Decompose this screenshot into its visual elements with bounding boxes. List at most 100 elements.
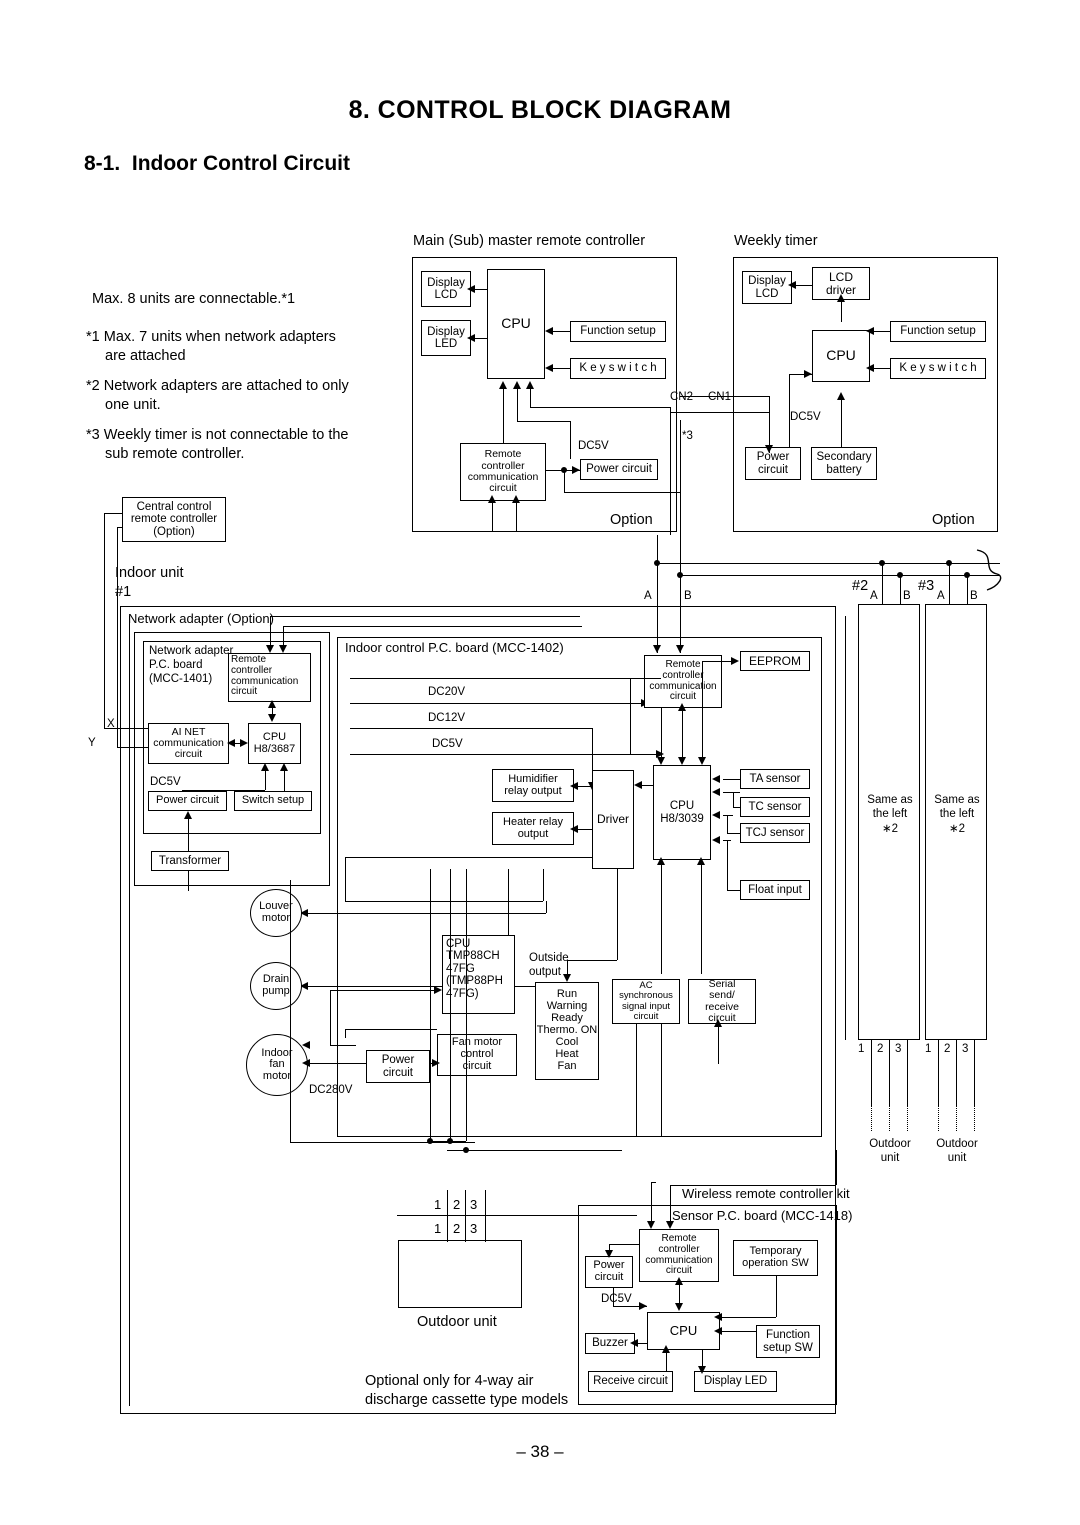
- central-lead-x-v: [104, 513, 105, 728]
- unit2-dot3: [907, 1105, 908, 1131]
- unit3-t1: 1: [925, 1043, 932, 1055]
- page-title: 8. CONTROL BLOCK DIAGRAM: [348, 96, 732, 124]
- arrow-cpu-cn: [526, 381, 534, 389]
- wt-secondary-battery: Secondary battery: [811, 447, 877, 480]
- unit2-t3: 3: [895, 1043, 902, 1055]
- wt-display-lcd: Display LCD: [742, 271, 792, 304]
- wt-display-lcd-label: Display LCD: [748, 275, 786, 300]
- w-wt-cpu-driver: [841, 300, 842, 322]
- w-cpu-pwr-h: [517, 421, 570, 422]
- unit2-body: Same as the left ∗2: [867, 794, 913, 835]
- arrow-lcd: [467, 285, 475, 293]
- wt-power-circuit: Power circuit: [745, 447, 801, 480]
- terminal-a-label: A: [644, 590, 652, 602]
- weekly-timer-caption: Weekly timer: [734, 233, 818, 249]
- unit2-div3: [907, 1040, 908, 1063]
- wt-function-setup-label: Function setup: [900, 325, 976, 338]
- indoor-unit-label: Indoor unit: [115, 565, 184, 581]
- w-comm-pwr-h2: [564, 492, 680, 493]
- unit3-div3: [974, 1040, 975, 1063]
- unit3-number: #3: [918, 578, 935, 594]
- note-2-line1: *2 Network adapters are attached to only: [86, 378, 349, 394]
- main-rc-option: Option: [610, 512, 653, 528]
- terminal-y-label: Y: [88, 737, 96, 749]
- w-fs: [553, 331, 570, 332]
- wt-function-setup[interactable]: Function setup: [890, 321, 986, 342]
- main-rc-key-switch[interactable]: K e y s w i t c h: [570, 358, 666, 379]
- w-wt-fs: [873, 331, 890, 332]
- note-3-line2: sub remote controller.: [105, 446, 245, 462]
- bus-a-junction: [654, 560, 660, 566]
- note-3-line1: *3 Weekly timer is not connectable to th…: [86, 427, 349, 443]
- wt-dc5v: DC5V: [790, 411, 821, 423]
- w-ks: [553, 368, 570, 369]
- w-cpu-comm: [503, 389, 504, 443]
- unit2-dot-a: [879, 560, 885, 566]
- unit2-wire1: [871, 1063, 872, 1105]
- unit3-dot-a: [946, 560, 952, 566]
- unit3-term-a: A: [937, 590, 945, 602]
- central-lead-y-v: [117, 527, 118, 747]
- arrow-led: [467, 334, 475, 342]
- unit2-number: #2: [852, 578, 869, 594]
- wt-option: Option: [932, 512, 975, 528]
- wt-lcd-driver-label: LCD driver: [825, 269, 856, 297]
- main-rc-cpu: CPU: [487, 269, 545, 379]
- w-cn2-to-wt: [671, 412, 769, 413]
- main-rc-dc5v: DC5V: [578, 440, 609, 452]
- note-max-units: Max. 8 units are connectable.*1: [92, 291, 296, 307]
- page-number: – 38 –: [516, 1442, 564, 1461]
- unit3-dot1: [938, 1105, 939, 1131]
- arrow-wt-fs: [866, 327, 874, 335]
- arrow-cn1-to-wt: [765, 445, 773, 453]
- main-rc-key-switch-label: K e y s w i t c h: [579, 362, 657, 375]
- unit2-lead-a: [882, 563, 883, 604]
- w-wt-pwr-cpu: [789, 374, 790, 447]
- arrow-cpu-pwr: [513, 381, 521, 389]
- main-rc-function-setup[interactable]: Function setup: [570, 321, 666, 342]
- arrow-wt-pwr-cpu: [804, 370, 812, 378]
- w-cn1-v: [670, 407, 671, 535]
- unit2-wire3: [907, 1063, 908, 1105]
- arrow-comm-in2: [512, 495, 520, 503]
- arrow-fs: [545, 327, 553, 335]
- unit3-div2: [956, 1040, 957, 1063]
- note-1-line1: *1 Max. 7 units when network adapters: [86, 329, 336, 345]
- unit2-t2: 2: [877, 1043, 884, 1055]
- unit3-wire1: [938, 1063, 939, 1105]
- main-rc-function-setup-label: Function setup: [580, 325, 656, 338]
- unit3-wire2: [956, 1063, 957, 1105]
- w-comm-pwr-v: [564, 470, 565, 492]
- main-rc-display-led: Display LED: [421, 320, 471, 356]
- unit3-dot3: [974, 1105, 975, 1131]
- wt-key-switch-label: K e y s w i t c h: [899, 362, 977, 375]
- unit3-term-b: B: [970, 590, 978, 602]
- w-cn2-v: [680, 420, 681, 492]
- arrow-ks: [545, 364, 553, 372]
- unit2-term-b: B: [903, 590, 911, 602]
- wt-key-switch[interactable]: K e y s w i t c h: [890, 358, 986, 379]
- unit2-div2: [889, 1040, 890, 1063]
- arrow-cpu-comm: [499, 381, 507, 389]
- unit2-term-a: A: [870, 590, 878, 602]
- main-rc-display-lcd: Display LCD: [421, 271, 471, 307]
- arrow-comm-in1: [488, 495, 496, 503]
- main-rc-power-circuit: Power circuit: [580, 459, 658, 480]
- w-wt-batt: [841, 400, 842, 447]
- w-cn1-to-wt: [680, 396, 769, 397]
- main-rc-cpu-label: CPU: [501, 315, 531, 332]
- wt-secondary-battery-label: Secondary battery: [816, 451, 872, 476]
- w-cpu-pwr-v2: [570, 421, 571, 459]
- arrow-comm-pwr: [572, 466, 580, 474]
- unit2-dot1: [871, 1105, 872, 1131]
- unit2-lead-b: [900, 575, 901, 604]
- unit3-lead-a: [949, 563, 950, 604]
- unit3-lead-b: [967, 575, 968, 604]
- unit3-dot2: [956, 1105, 957, 1131]
- w-comm-in2: [516, 501, 517, 531]
- main-rc-caption: Main (Sub) master remote controller: [413, 233, 646, 249]
- nest-line-1: [129, 616, 845, 1406]
- unit3-t3: 3: [962, 1043, 969, 1055]
- bus-curl: [975, 548, 1005, 592]
- arrow-wt-ks: [866, 364, 874, 372]
